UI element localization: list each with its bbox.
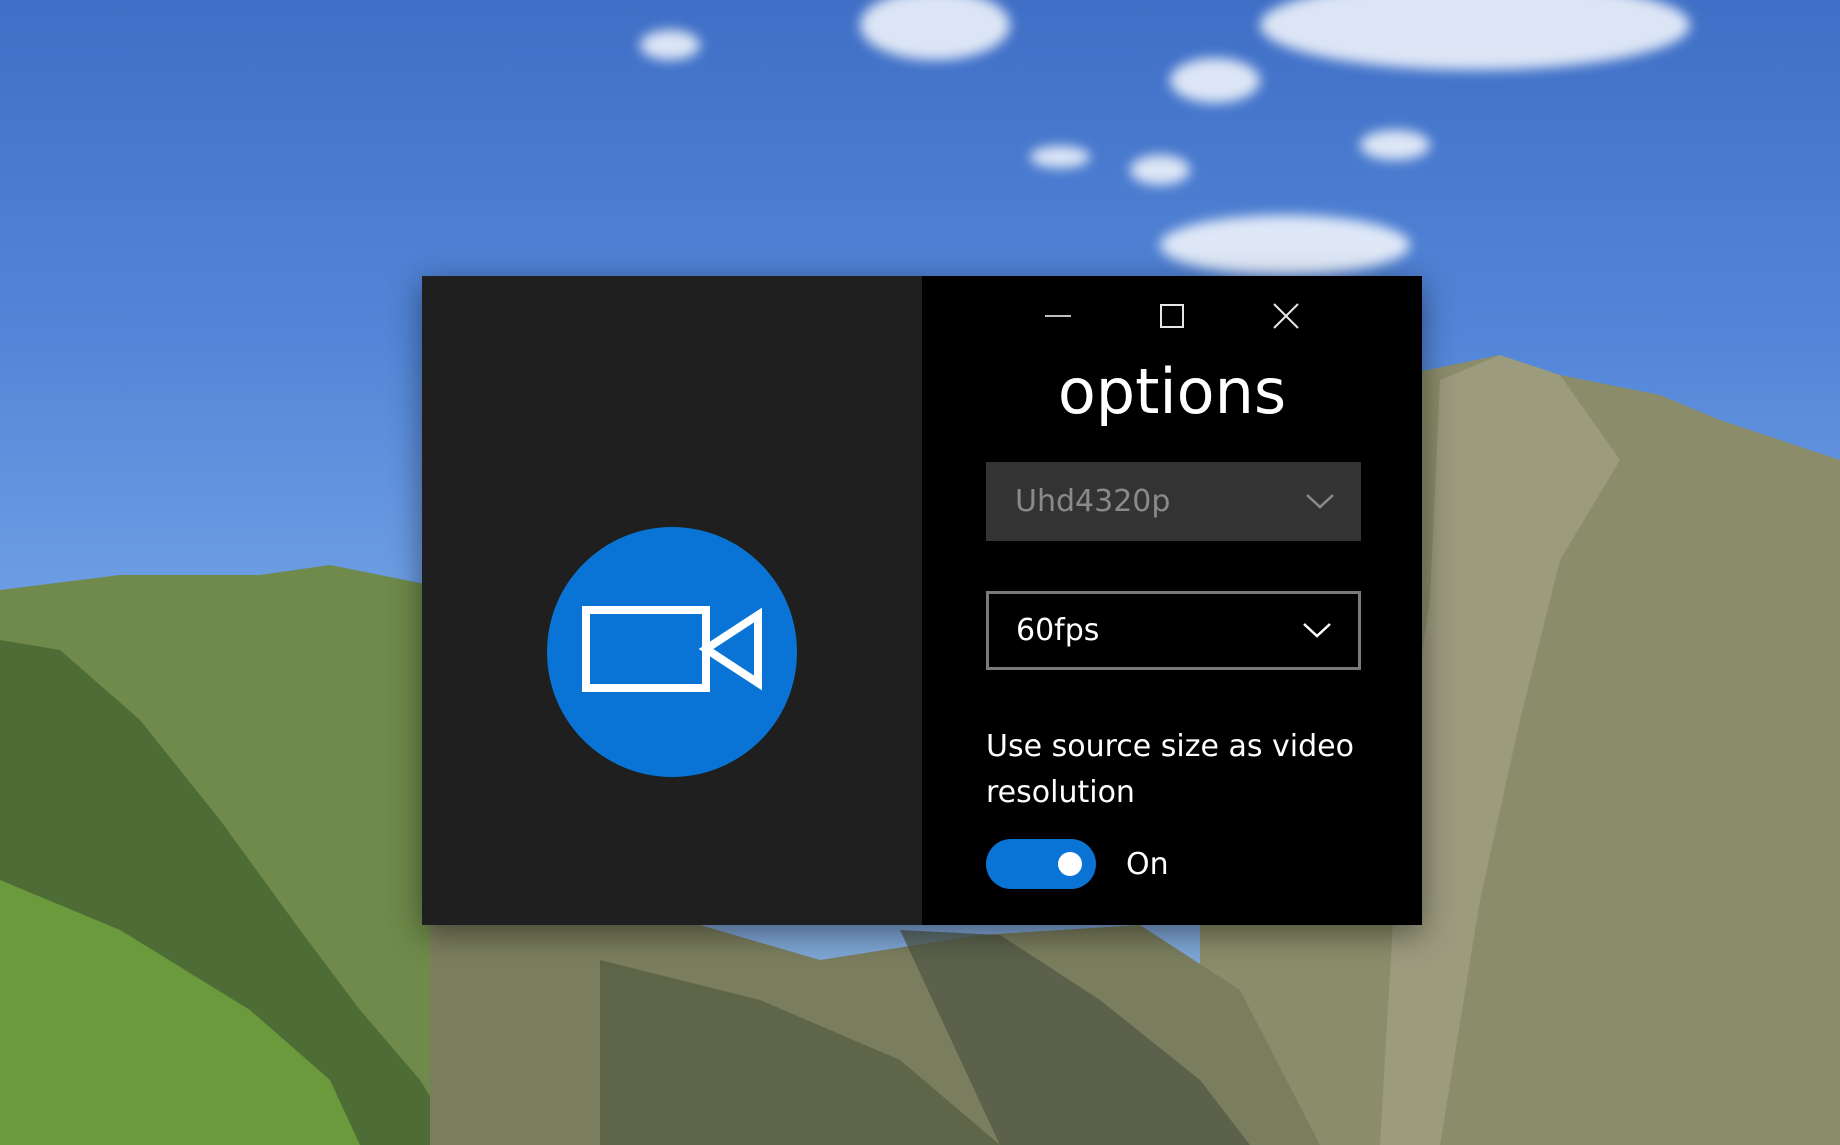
maximize-icon: [1160, 304, 1184, 328]
app-logo: [547, 527, 797, 777]
toggle-knob: [1058, 852, 1082, 876]
page-title: options: [1057, 355, 1287, 428]
close-icon: [1273, 303, 1299, 329]
minimize-icon: [1045, 315, 1071, 317]
resolution-dropdown[interactable]: Uhd4320p: [986, 462, 1361, 541]
toggle-state-text: On: [1126, 847, 1169, 882]
chevron-down-icon: [1303, 622, 1331, 638]
source-size-toggle[interactable]: [986, 839, 1096, 889]
minimize-button[interactable]: [1001, 276, 1115, 356]
app-icon-pane: [422, 276, 922, 925]
options-window: options Uhd4320p 60fps Use source size a…: [422, 276, 1422, 925]
resolution-dropdown-value: Uhd4320p: [1015, 484, 1171, 519]
framerate-dropdown-value: 60fps: [1016, 613, 1100, 648]
chevron-down-icon: [1306, 493, 1334, 509]
framerate-dropdown[interactable]: 60fps: [986, 591, 1361, 670]
video-camera-icon: [582, 606, 762, 692]
close-button[interactable]: [1229, 276, 1343, 356]
source-size-toggle-label: Use source size as video resolution: [986, 729, 1354, 810]
maximize-button[interactable]: [1115, 276, 1229, 356]
settings-pane: options Uhd4320p 60fps Use source size a…: [922, 276, 1422, 925]
